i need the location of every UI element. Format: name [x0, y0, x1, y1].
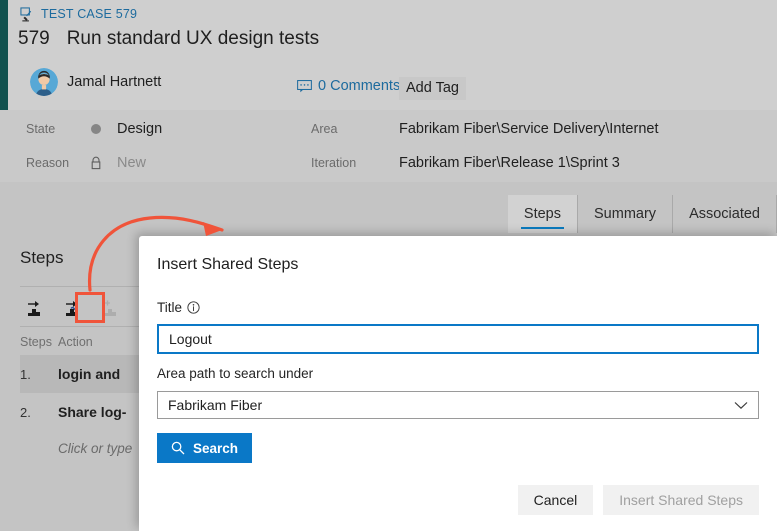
step-number: 1.	[20, 366, 31, 382]
area-path-value: Fabrikam Fiber	[168, 397, 263, 413]
area-path-select[interactable]: Fabrikam Fiber	[157, 391, 759, 419]
test-case-icon	[20, 6, 32, 21]
tab-associated[interactable]: Associated	[673, 195, 777, 233]
steps-toolbar	[20, 291, 126, 325]
work-item-header: TEST CASE 579 579 Run standard UX design…	[0, 0, 777, 110]
comment-bubble-icon	[297, 79, 312, 92]
field-state[interactable]: State Design	[26, 121, 162, 137]
tab-steps[interactable]: Steps	[507, 195, 579, 233]
field-area-label: Area	[311, 122, 338, 136]
info-icon[interactable]	[187, 301, 200, 314]
step-number: 2.	[20, 404, 31, 420]
add-tag-button[interactable]: Add Tag	[399, 77, 466, 100]
avatar	[30, 68, 58, 96]
assigned-to-name: Jamal Hartnett	[67, 74, 162, 90]
work-item-title-row: 579 Run standard UX design tests	[18, 28, 319, 50]
field-reason-label: Reason	[26, 156, 70, 170]
column-header-steps: Steps	[20, 335, 52, 349]
field-state-value: Design	[117, 121, 163, 137]
work-item-fields: State Design Reason New Area Fabrikam Fi…	[0, 110, 777, 182]
lock-icon	[88, 156, 104, 170]
steps-heading: Steps	[20, 248, 64, 267]
work-item-id: 579	[18, 28, 50, 49]
comments-count-label: 0 Comments	[318, 78, 401, 94]
search-button[interactable]: Search	[157, 433, 253, 463]
area-field-label-text: Area path to search under	[157, 366, 314, 381]
breadcrumb-label: TEST CASE 579	[41, 7, 138, 21]
title-field-label-text: Title	[157, 300, 183, 315]
tab-summary[interactable]: Summary	[578, 195, 674, 233]
field-iteration-value: Fabrikam Fiber\Release 1\Sprint 3	[399, 155, 620, 171]
cancel-button[interactable]: Cancel	[517, 485, 594, 515]
assigned-to[interactable]: Jamal Hartnett	[30, 68, 161, 96]
chevron-down-icon	[734, 401, 748, 409]
insert-shared-steps-submit-button: Insert Shared Steps	[603, 485, 759, 515]
dialog-footer: Cancel Insert Shared Steps	[139, 469, 777, 531]
field-iteration-label: Iteration	[311, 156, 357, 170]
search-icon	[171, 441, 185, 455]
comments-link[interactable]: 0 Comments	[297, 78, 400, 94]
work-item-accent-bar	[0, 0, 8, 110]
title-field-label: Title	[157, 300, 200, 315]
insert-step-icon	[28, 301, 40, 316]
work-item-title[interactable]: Run standard UX design tests	[67, 28, 319, 50]
field-area-value: Fabrikam Fiber\Service Delivery\Internet	[399, 121, 659, 137]
field-reason: Reason New	[26, 155, 146, 171]
field-area[interactable]: Area Fabrikam Fiber\Service Delivery\Int…	[311, 121, 658, 137]
insert-step-button[interactable]	[20, 294, 50, 322]
annotation-highlight-box	[75, 292, 105, 323]
breadcrumb[interactable]: TEST CASE 579	[20, 4, 137, 24]
tab-steps-label: Steps	[523, 206, 562, 222]
state-dot-icon	[88, 124, 104, 134]
field-iteration[interactable]: Iteration Fabrikam Fiber\Release 1\Sprin…	[311, 155, 620, 171]
tab-associated-label: Associated	[689, 206, 760, 222]
work-item-tabs: Steps Summary Associated	[0, 195, 777, 233]
dialog-title: Insert Shared Steps	[157, 256, 299, 273]
field-reason-value: New	[117, 155, 147, 171]
title-input[interactable]	[157, 324, 759, 354]
search-button-label: Search	[193, 440, 239, 456]
tab-summary-label: Summary	[594, 206, 657, 222]
app-root: TEST CASE 579 579 Run standard UX design…	[0, 0, 777, 531]
insert-shared-steps-dialog: Insert Shared Steps Title Area path to s…	[139, 236, 777, 531]
area-field-label: Area path to search under	[157, 366, 313, 381]
field-state-label: State	[26, 122, 56, 136]
